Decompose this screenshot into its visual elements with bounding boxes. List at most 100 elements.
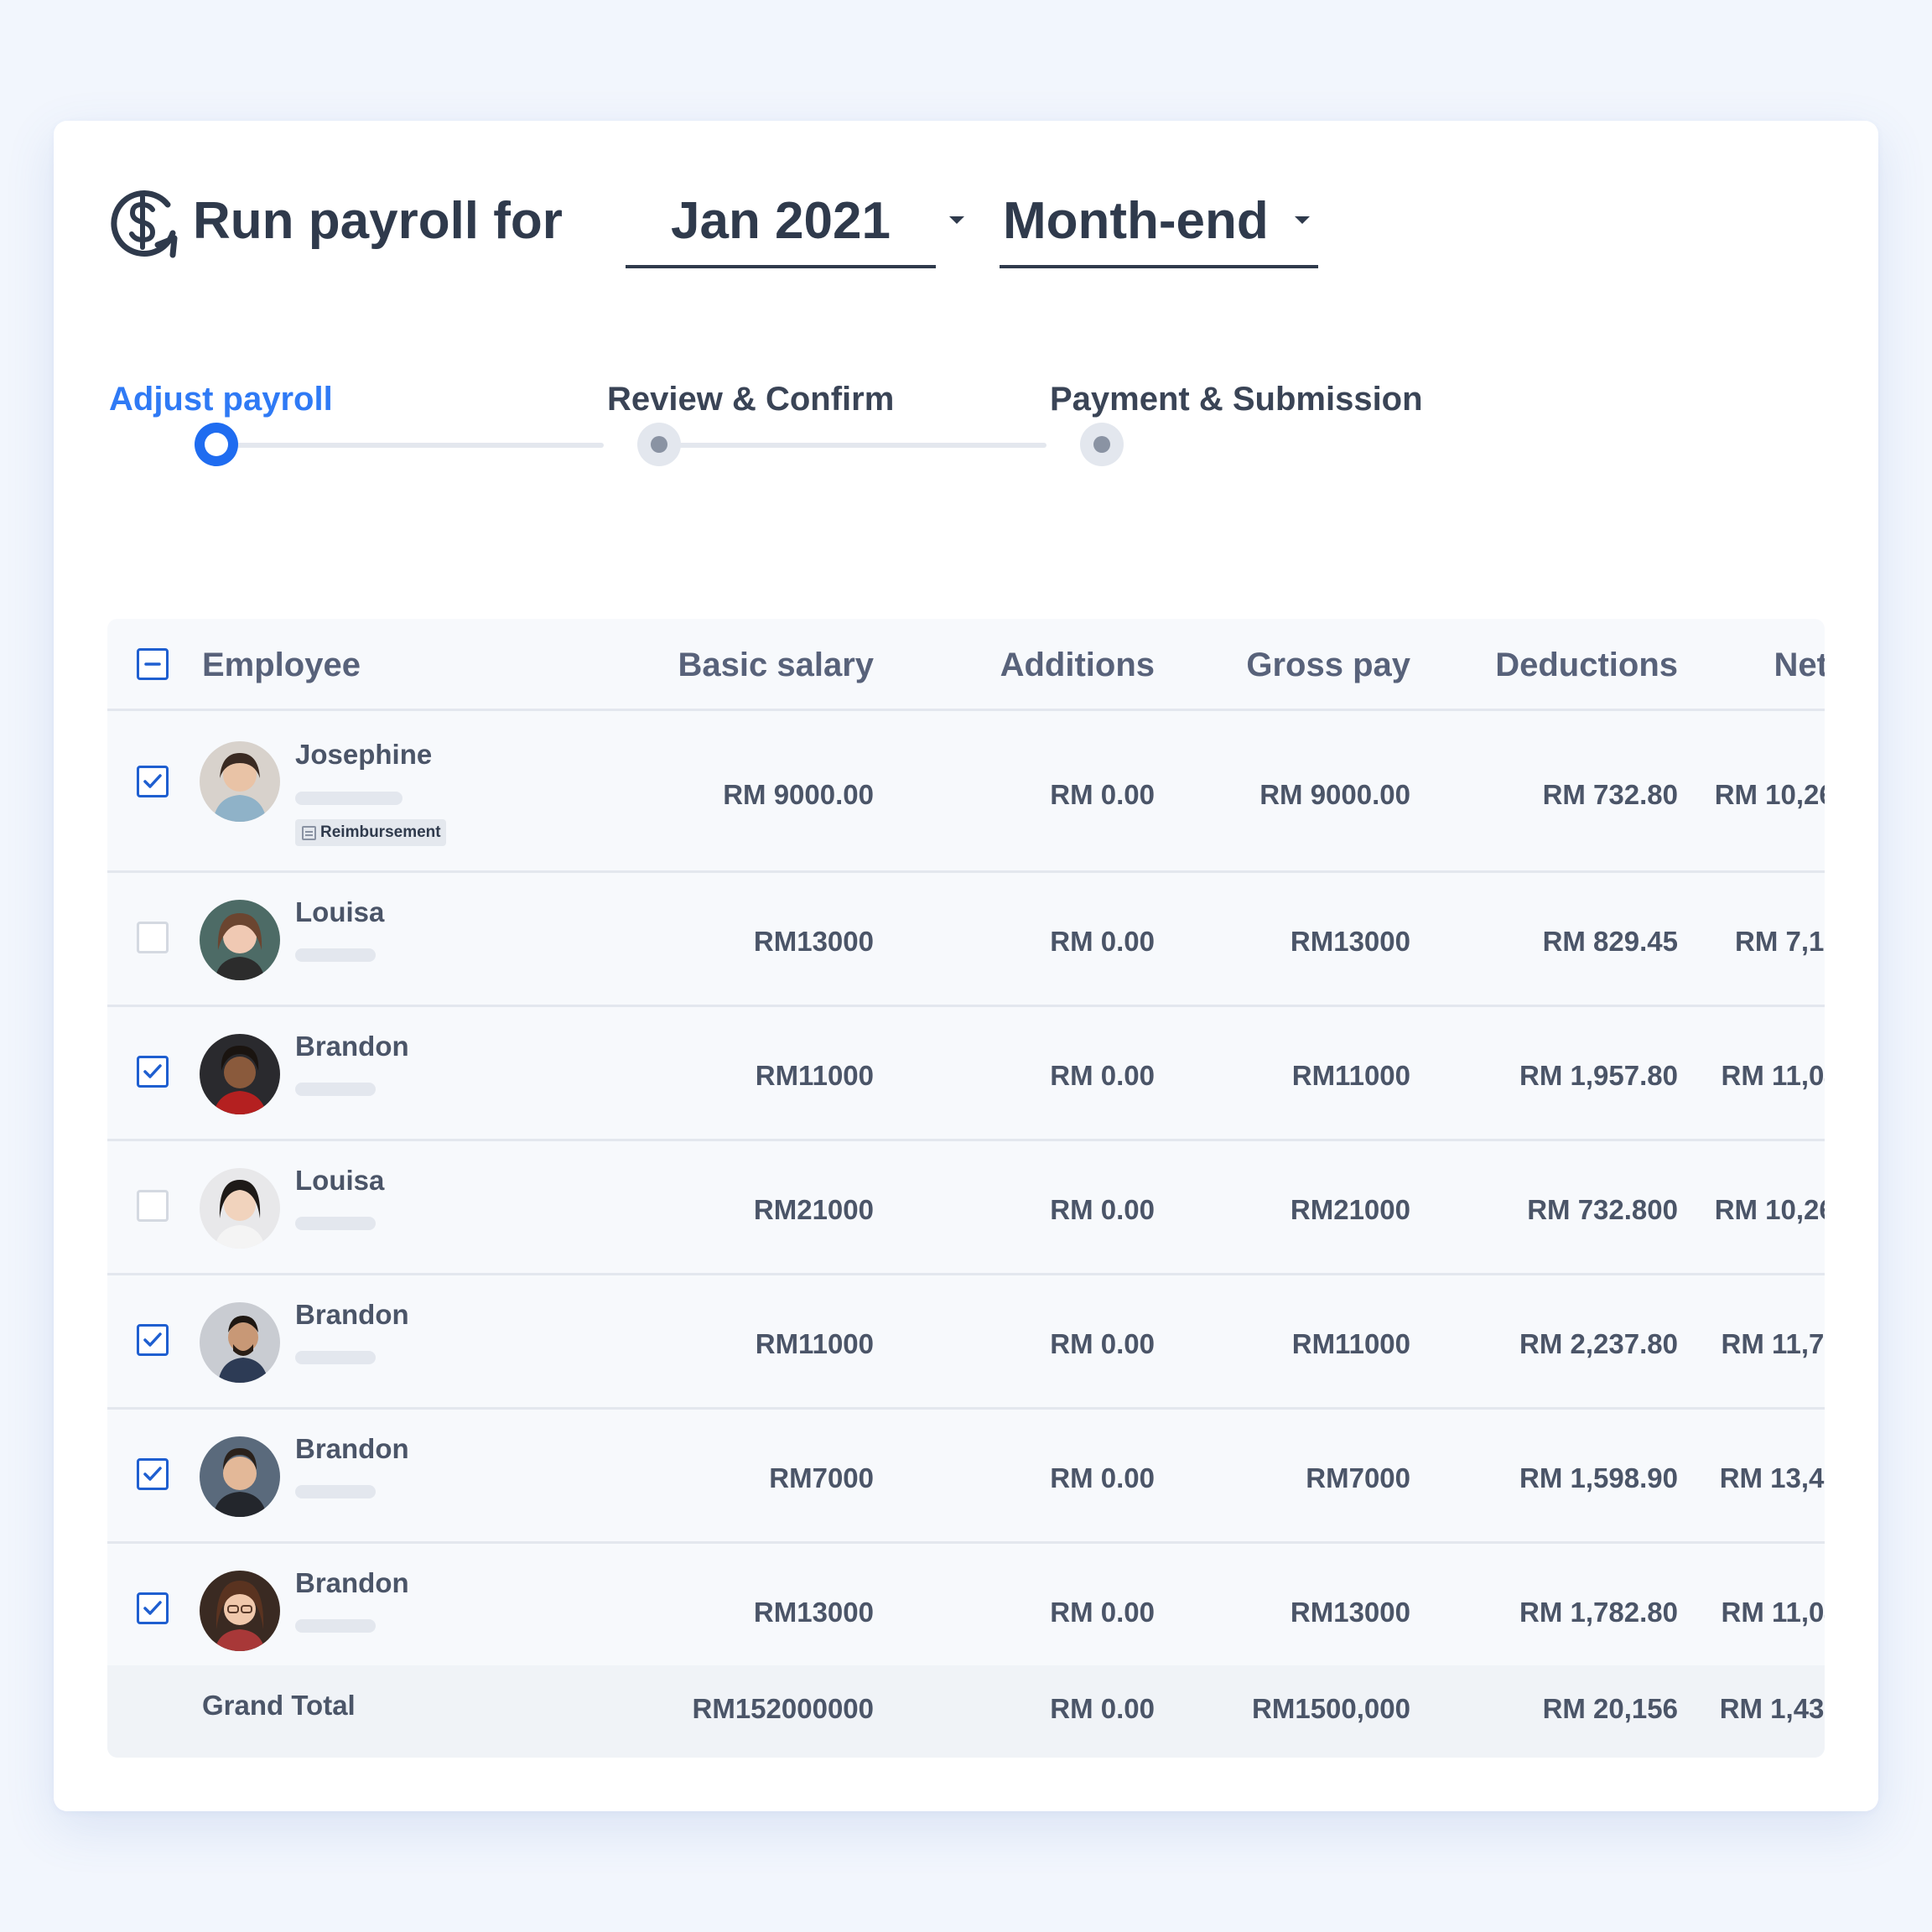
table-row[interactable]: Louisa RM13000 RM 0.00 RM13000 RM 829.45… xyxy=(107,873,1825,1007)
row-checkbox[interactable] xyxy=(137,1324,169,1356)
employee-name[interactable]: Louisa xyxy=(295,1165,384,1197)
period-dropdown[interactable]: Jan 2021 xyxy=(626,176,936,268)
payroll-header: Run payroll for Jan 2021 Month-end xyxy=(109,176,1367,277)
step-connector xyxy=(671,443,1046,448)
additions-cell[interactable]: RM 0.00 xyxy=(887,1194,1155,1226)
column-additions[interactable]: Additions xyxy=(887,619,1155,711)
chevron-down-icon[interactable] xyxy=(949,216,964,224)
row-checkbox[interactable] xyxy=(137,1592,169,1624)
net-pay-cell: RM 7,170.55 xyxy=(1735,926,1825,957)
avatar xyxy=(200,900,280,980)
row-checkbox[interactable] xyxy=(137,1056,169,1088)
table-row[interactable]: Josephine Reimbursement RM 9000.00 RM 0.… xyxy=(107,714,1825,873)
table-row[interactable]: Brandon RM11000 RM 0.00 RM11000 RM 2,237… xyxy=(107,1275,1825,1410)
basic-salary-cell: RM13000 xyxy=(753,1597,874,1628)
basic-salary-cell: RM13000 xyxy=(753,926,874,957)
total-net-pay: RM 1,438,440 xyxy=(1719,1693,1825,1724)
page-title: Run payroll for xyxy=(193,192,563,250)
net-pay-cell: RM 10,267.20 xyxy=(1714,1194,1825,1225)
table-row[interactable]: Brandon RM7000 RM 0.00 RM7000 RM 1,598.9… xyxy=(107,1410,1825,1544)
reimbursement-badge[interactable]: Reimbursement xyxy=(295,819,446,846)
run-type-dropdown[interactable]: Month-end xyxy=(1000,176,1318,268)
employee-name[interactable]: Brandon xyxy=(295,1299,409,1331)
check-icon xyxy=(143,1467,162,1481)
net-pay-cell: RM 11,042.20 xyxy=(1721,1060,1825,1091)
employee-subtitle-placeholder xyxy=(295,948,376,962)
basic-salary-cell: RM 9000.00 xyxy=(723,779,874,810)
employee-name[interactable]: Brandon xyxy=(295,1031,409,1062)
minus-icon xyxy=(144,662,161,666)
avatar xyxy=(200,1302,280,1383)
avatar xyxy=(200,741,280,822)
check-icon xyxy=(143,1601,162,1615)
deductions-cell[interactable]: RM 732.80 xyxy=(1415,779,1678,811)
avatar xyxy=(200,1034,280,1114)
check-icon xyxy=(143,1332,162,1347)
net-pay-cell: RM 13,401.10 xyxy=(1719,1462,1825,1493)
employee-subtitle-placeholder xyxy=(295,1351,376,1364)
deductions-cell[interactable]: RM 1,598.90 xyxy=(1415,1462,1678,1494)
select-all-checkbox[interactable] xyxy=(137,648,169,680)
additions-cell[interactable]: RM 0.00 xyxy=(887,1060,1155,1092)
avatar xyxy=(200,1168,280,1249)
payroll-stepper: Adjust payroll Review & Confirm Payment … xyxy=(109,381,1451,481)
employee-subtitle-placeholder xyxy=(295,1485,376,1498)
table-row[interactable]: Brandon RM11000 RM 0.00 RM11000 RM 1,957… xyxy=(107,1007,1825,1141)
deductions-cell[interactable]: RM 829.45 xyxy=(1415,926,1678,958)
table-row[interactable]: Brandon RM13000 RM 0.00 RM13000 RM 1,782… xyxy=(107,1544,1825,1678)
additions-cell[interactable]: RM 0.00 xyxy=(887,779,1155,811)
basic-salary-cell: RM21000 xyxy=(753,1194,874,1225)
gross-pay-cell: RM13000 xyxy=(1290,926,1410,957)
row-checkbox[interactable] xyxy=(137,1458,169,1490)
step-review-confirm[interactable]: Review & Confirm xyxy=(607,381,894,418)
step-indicator xyxy=(1080,423,1124,466)
row-checkbox[interactable] xyxy=(137,766,169,797)
gross-pay-cell: RM7000 xyxy=(1306,1462,1410,1493)
row-checkbox[interactable] xyxy=(137,922,169,953)
column-gross-pay[interactable]: Gross pay xyxy=(1164,619,1410,711)
deductions-cell[interactable]: RM 1,957.80 xyxy=(1415,1060,1678,1092)
payroll-table: Employee Basic salary Additions Gross pa… xyxy=(107,619,1825,1758)
basic-salary-cell: RM11000 xyxy=(755,1328,874,1359)
check-icon xyxy=(143,1064,162,1078)
employee-subtitle-placeholder xyxy=(295,1083,376,1096)
avatar xyxy=(200,1436,280,1517)
payroll-dollar-cycle-icon xyxy=(111,190,178,258)
column-net-pay[interactable]: Net pay xyxy=(1684,619,1826,711)
column-employee[interactable]: Employee xyxy=(202,619,361,711)
table-header: Employee Basic salary Additions Gross pa… xyxy=(107,619,1825,711)
step-indicator xyxy=(637,423,681,466)
total-basic-salary: RM152000000 xyxy=(692,1693,875,1724)
deductions-cell[interactable]: RM 732.800 xyxy=(1415,1194,1678,1226)
step-payment-submission[interactable]: Payment & Submission xyxy=(1050,381,1423,418)
employee-name[interactable]: Josephine xyxy=(295,739,432,771)
additions-cell[interactable]: RM 0.00 xyxy=(887,926,1155,958)
employee-subtitle-placeholder xyxy=(295,1217,376,1230)
total-deductions: RM 20,156 xyxy=(1542,1693,1678,1724)
document-icon xyxy=(302,826,316,840)
gross-pay-cell: RM 9000.00 xyxy=(1259,779,1410,810)
step-adjust-payroll[interactable]: Adjust payroll xyxy=(109,381,333,418)
additions-cell[interactable]: RM 0.00 xyxy=(887,1328,1155,1360)
additions-cell[interactable]: RM 0.00 xyxy=(887,1462,1155,1494)
employee-subtitle-placeholder xyxy=(295,1619,376,1633)
table-row[interactable]: Louisa RM21000 RM 0.00 RM21000 RM 732.80… xyxy=(107,1141,1825,1275)
total-gross-pay: RM1500,000 xyxy=(1252,1693,1410,1724)
total-additions: RM 0.00 xyxy=(1050,1693,1155,1724)
avatar xyxy=(200,1571,280,1651)
deductions-cell[interactable]: RM 2,237.80 xyxy=(1415,1328,1678,1360)
employee-name[interactable]: Louisa xyxy=(295,896,384,928)
employee-name[interactable]: Brandon xyxy=(295,1567,409,1599)
table-body: Josephine Reimbursement RM 9000.00 RM 0.… xyxy=(107,714,1825,1678)
gross-pay-cell: RM13000 xyxy=(1290,1597,1410,1628)
gross-pay-cell: RM21000 xyxy=(1290,1194,1410,1225)
employee-name[interactable]: Brandon xyxy=(295,1433,409,1465)
additions-cell[interactable]: RM 0.00 xyxy=(887,1597,1155,1628)
column-deductions[interactable]: Deductions xyxy=(1415,619,1678,711)
deductions-cell[interactable]: RM 1,782.80 xyxy=(1415,1597,1678,1628)
step-indicator-active xyxy=(195,423,238,466)
basic-salary-cell: RM7000 xyxy=(769,1462,874,1493)
chevron-down-icon[interactable] xyxy=(1295,216,1310,224)
column-basic-salary[interactable]: Basic salary xyxy=(527,619,874,711)
row-checkbox[interactable] xyxy=(137,1190,169,1222)
